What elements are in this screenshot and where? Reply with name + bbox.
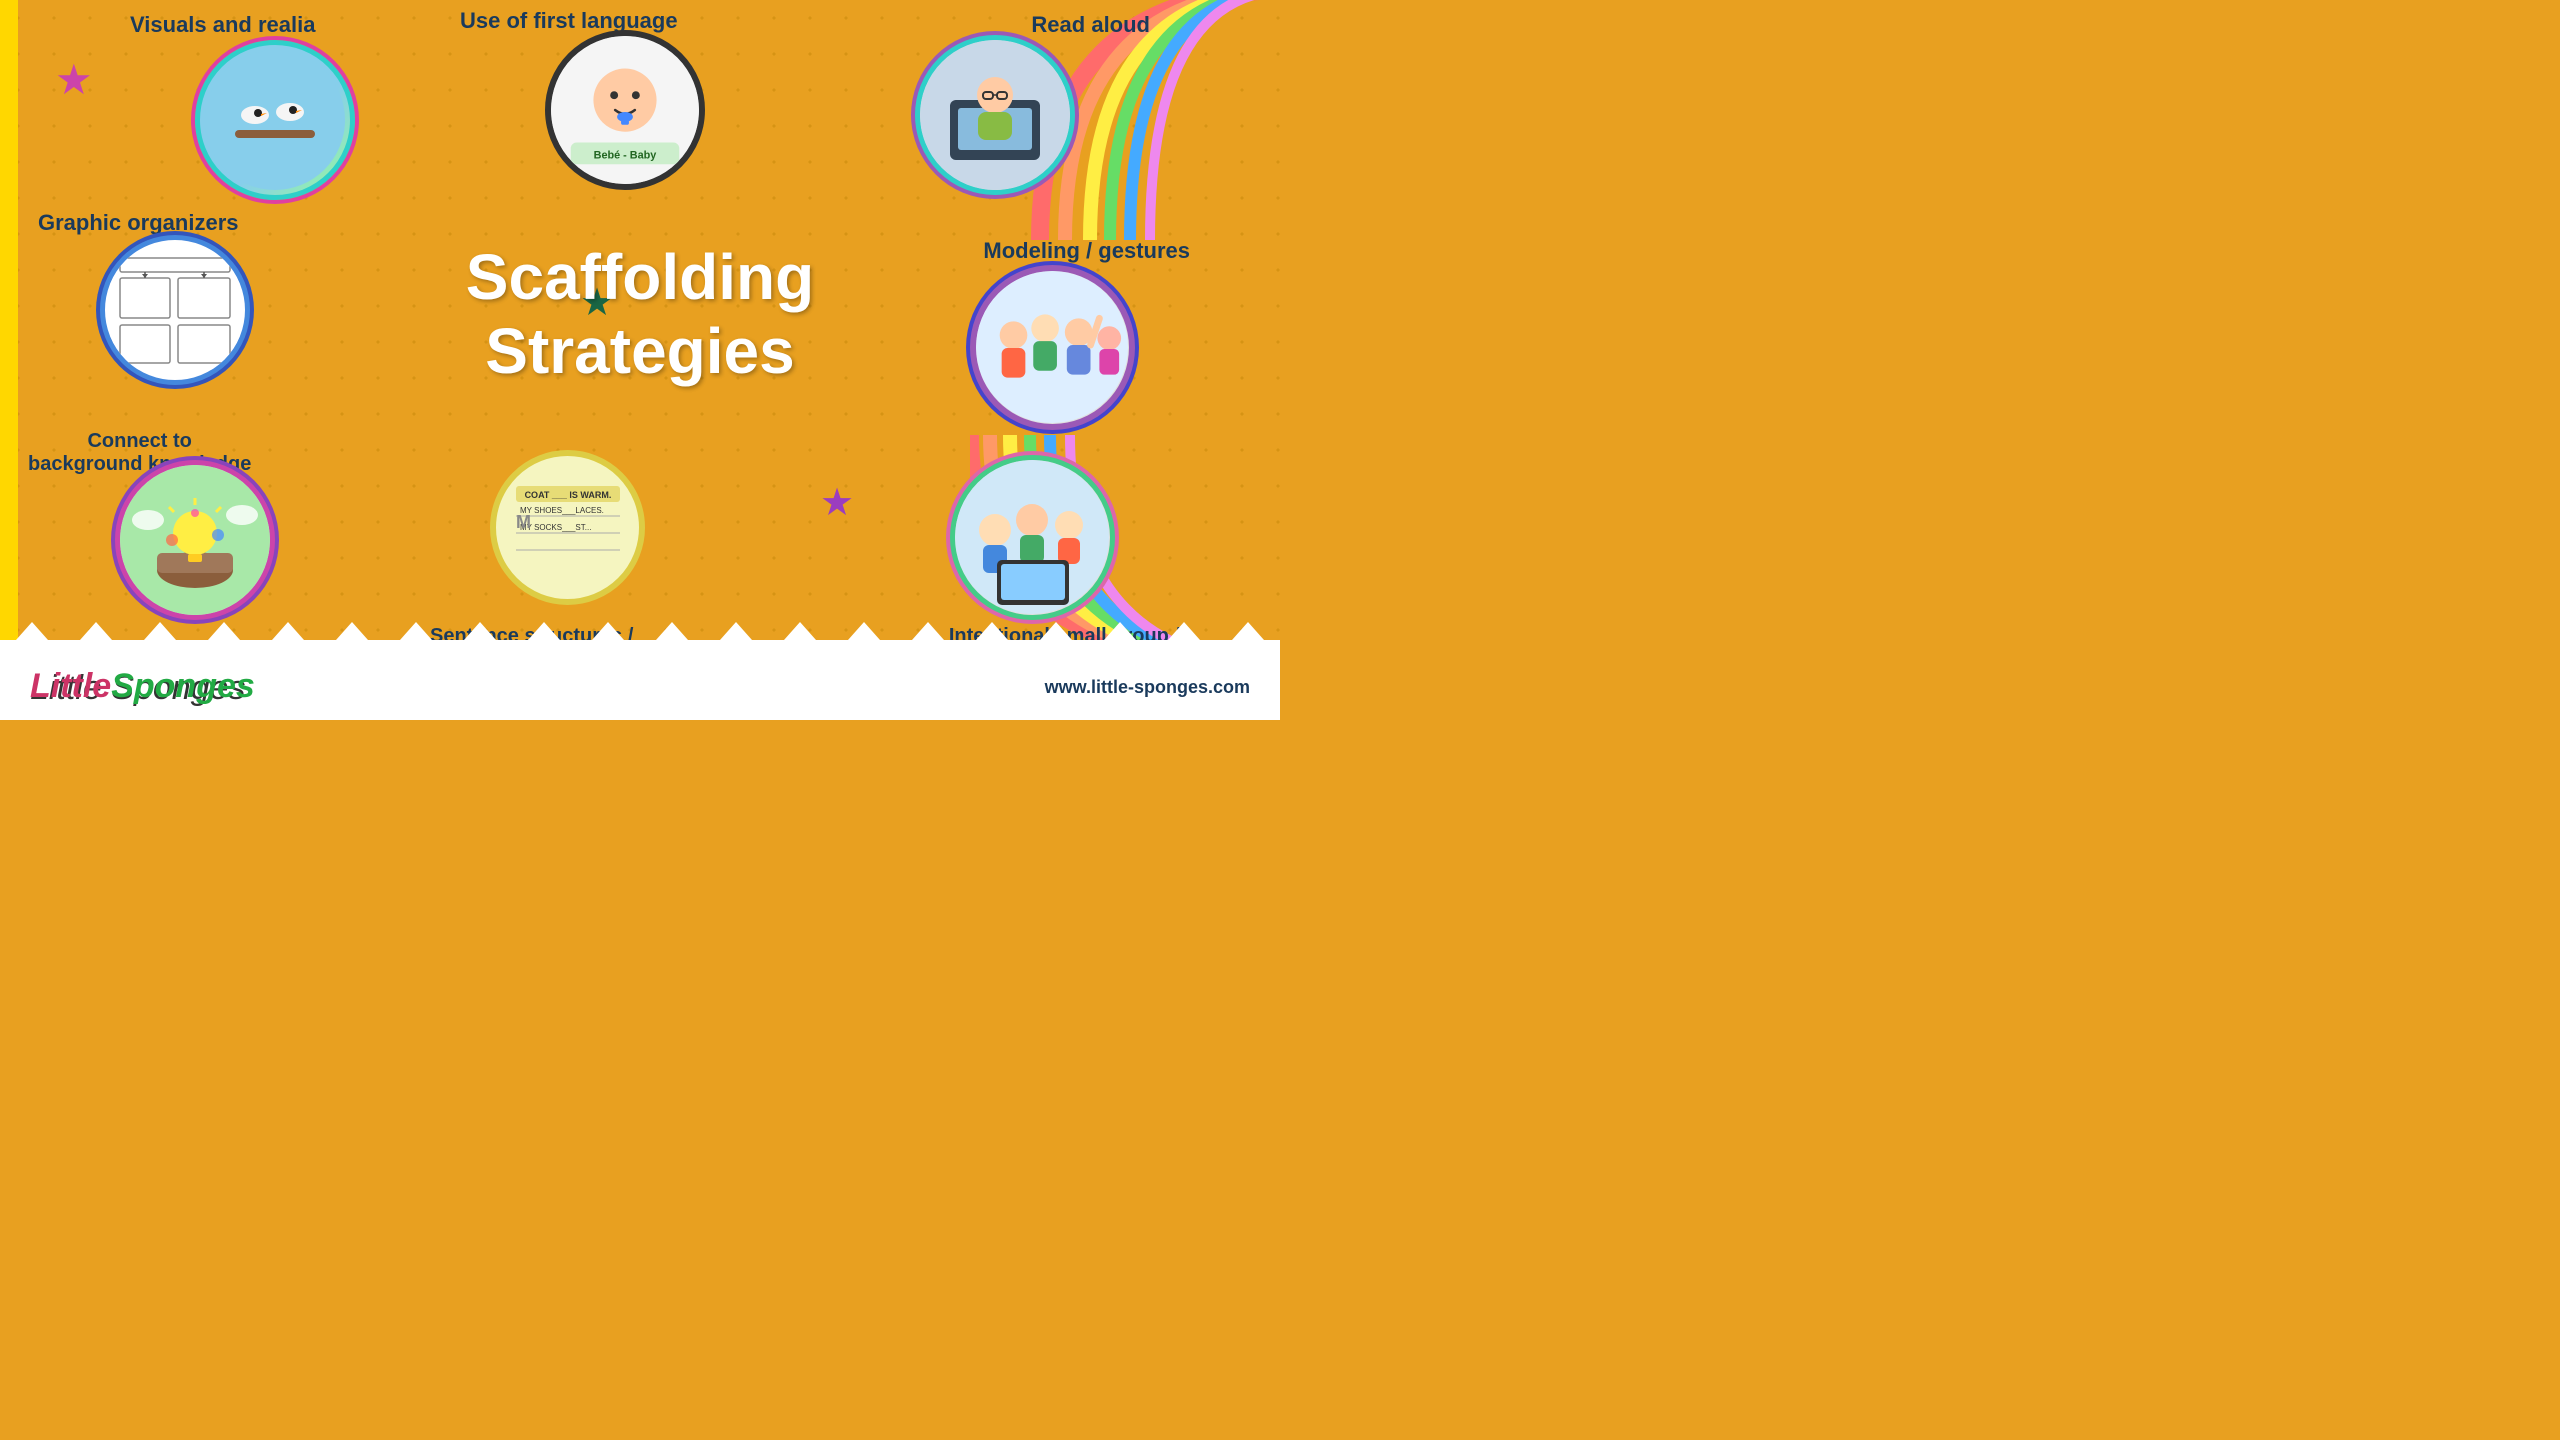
connect-background-circle <box>115 460 275 620</box>
svg-text:COAT ___ IS WARM.: COAT ___ IS WARM. <box>524 490 611 500</box>
svg-text:M: M <box>516 512 531 532</box>
modeling-gestures-circle <box>970 265 1135 430</box>
main-background: ★ ★ ★ ★ <box>0 0 1280 720</box>
modeling-gestures-label: Modeling / gestures <box>983 238 1190 263</box>
visuals-realia-circle <box>195 40 355 200</box>
left-stripe <box>0 0 18 720</box>
graphic-organizers-circle <box>100 235 250 385</box>
svg-text:Bebé - Baby: Bebé - Baby <box>594 149 657 161</box>
star-purple-btm: ★ <box>820 480 854 525</box>
first-language-label: Use of first language <box>460 8 678 33</box>
logo-little-text: Little <box>30 667 111 706</box>
visuals-realia-label: Visuals and realia <box>130 12 315 37</box>
star-purple-top: ★ <box>55 55 93 104</box>
sentence-structures-circle: COAT ___ IS WARM. MY SHOES___LACES. MY S… <box>490 450 645 605</box>
logo-full: Little Sponges <box>30 667 255 706</box>
first-language-circle: Bebé - Baby <box>545 30 705 190</box>
logo-sponges-text: Sponges <box>111 667 255 706</box>
logo-website: www.little-sponges.com <box>1045 677 1250 698</box>
main-title: Scaffolding Strategies <box>430 240 850 388</box>
small-group-circle <box>950 455 1115 620</box>
read-aloud-circle <box>915 35 1075 195</box>
read-aloud-label: Read aloud <box>1031 12 1150 37</box>
graphic-organizers-label: Graphic organizers <box>38 210 239 235</box>
svg-text:MY SHOES___LACES.: MY SHOES___LACES. <box>520 506 604 515</box>
